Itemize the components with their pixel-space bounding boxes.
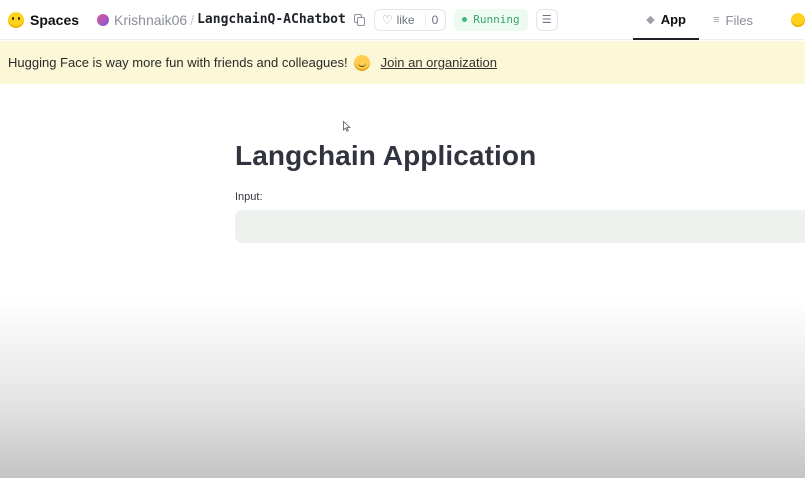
like-count: 0 bbox=[424, 12, 438, 27]
hugging-face-logo-icon bbox=[8, 11, 24, 28]
list-menu-icon: ☰ bbox=[541, 14, 552, 26]
files-icon: ≡ bbox=[713, 14, 720, 26]
like-label: like bbox=[396, 12, 415, 27]
breadcrumb-separator: / bbox=[190, 11, 195, 28]
smile-emoji-icon bbox=[353, 54, 370, 71]
organization-banner: Hugging Face is way more fun with friend… bbox=[0, 41, 805, 84]
status-dot-icon bbox=[462, 17, 468, 22]
space-tabs: ◆ App ≡ Files bbox=[633, 0, 805, 40]
spaces-label: Spaces bbox=[30, 11, 80, 28]
breadcrumb: Krishnaik06 / LangchainQ-AChatbot bbox=[97, 12, 366, 28]
cube-icon: ◆ bbox=[646, 13, 655, 26]
tab-app-label: App bbox=[660, 11, 686, 27]
tab-files-label: Files bbox=[725, 12, 753, 28]
options-menu-button[interactable]: ☰ bbox=[535, 8, 558, 31]
top-navbar: Spaces Krishnaik06 / LangchainQ-AChatbot… bbox=[0, 0, 805, 40]
tab-app[interactable]: ◆ App bbox=[633, 0, 700, 40]
owner-link[interactable]: Krishnaik06 bbox=[114, 12, 187, 28]
banner-text: Hugging Face is way more fun with friend… bbox=[8, 55, 348, 70]
status-label: Running bbox=[473, 13, 520, 26]
owner-avatar bbox=[97, 13, 110, 26]
copy-icon[interactable] bbox=[353, 13, 366, 26]
like-button[interactable]: ♡ like 0 bbox=[373, 8, 447, 31]
input-label: Input: bbox=[235, 191, 263, 203]
join-organization-link[interactable]: Join an organization bbox=[381, 55, 497, 70]
page-title: Langchain Application bbox=[235, 140, 537, 171]
user-avatar-icon[interactable] bbox=[791, 13, 805, 27]
heart-icon: ♡ bbox=[381, 12, 393, 27]
spaces-brand[interactable]: Spaces bbox=[8, 11, 80, 28]
status-badge[interactable]: Running bbox=[454, 8, 528, 31]
repo-name-link[interactable]: LangchainQ-AChatbot bbox=[197, 12, 346, 27]
text-input-field[interactable] bbox=[235, 210, 805, 243]
tab-files[interactable]: ≡ Files bbox=[699, 0, 767, 40]
